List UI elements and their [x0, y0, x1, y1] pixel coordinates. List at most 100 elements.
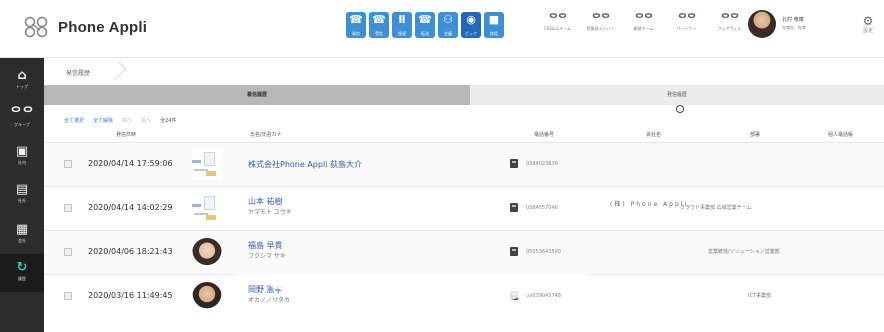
conference-icon: ⚇	[443, 13, 453, 26]
group-label: 開発チーム	[633, 26, 654, 31]
column-header-date[interactable]: 発信日時	[116, 131, 136, 139]
avatar[interactable]	[748, 10, 776, 38]
department: 営業統括/ソリューション営業部	[708, 249, 780, 255]
settings-label: 設定	[862, 28, 873, 34]
phone-number[interactable]: 0384557046	[526, 204, 558, 212]
table-header: 発信日時 氏名/氏名カナ 電話番号 会社名 部署 個人電話帳	[44, 128, 884, 142]
contact-photo[interactable]	[192, 238, 222, 268]
toolbar-button-label: 保留	[398, 31, 406, 36]
group-icon: ᄋᄋ	[10, 106, 34, 121]
pickup-icon: ◉	[466, 13, 476, 26]
sidebar-item-company[interactable]: ▦ 会社	[0, 216, 44, 254]
chevron-right-icon	[107, 61, 127, 81]
column-header-company[interactable]: 会社名	[646, 131, 661, 139]
toolbar-pause-button[interactable]: Ⅱ 保留	[392, 12, 412, 38]
toolbar-button-label: ピック	[465, 31, 477, 36]
toolbar-transfer-button[interactable]: ☎ 転送	[415, 12, 435, 38]
phone-in-icon: ☎	[372, 13, 386, 26]
building-icon: ▦	[15, 222, 29, 237]
user-profile[interactable]: 北村 竜博 在席在 : 在席	[748, 10, 806, 38]
phone-icon	[510, 159, 518, 168]
table-row[interactable]: 2020/04/06 18:21:43 福島 早貴 フクシマ サキ 050536435…	[44, 230, 884, 274]
column-header-personal[interactable]: 個人電話帳	[828, 131, 853, 139]
group-shortcut-2[interactable]: ᄋᄋ 開発チーム	[622, 12, 665, 42]
user-status: 在席在 : 在席	[782, 25, 806, 30]
call-datetime: 2020/03/16 11:49:45	[88, 291, 173, 300]
logo[interactable]: Phone Appli	[24, 16, 147, 38]
breadcrumb: 発信履歴	[44, 58, 884, 85]
toolbar-button-label: 受信	[375, 31, 383, 36]
toolbar-phone-in-button[interactable]: ☎ 受信	[369, 12, 389, 38]
toolbar-button-label: 転送	[421, 31, 429, 36]
row-checkbox[interactable]	[64, 292, 72, 300]
group-icon: ᄋᄋ	[720, 12, 739, 25]
department: ICT事業部	[748, 293, 772, 299]
list-toolbar: 全て選択 全て解除 前へ 次へ 全24件	[64, 116, 185, 126]
phone-icon	[510, 247, 518, 256]
phone-number[interactable]: 05053643500	[526, 248, 561, 256]
group-shortcut-1[interactable]: ᄋᄋ 営業部メンバー	[579, 12, 622, 42]
sidebar-item-label: トップ	[16, 84, 28, 89]
toolbar-conference-button[interactable]: ⚇ 会議	[438, 12, 458, 38]
column-header-dept[interactable]: 部署	[750, 131, 760, 139]
sidebar-item-top[interactable]: ⌂ トップ	[0, 62, 44, 100]
tab-outgoing-history[interactable]: 発信履歴	[470, 85, 884, 105]
contact-card-icon: ▣	[15, 144, 29, 159]
sidebar-item-external[interactable]: ▤ 社外	[0, 176, 44, 214]
toolbar-pickup-button[interactable]: ◉ ピック	[461, 12, 481, 38]
sidebar-item-group[interactable]: ᄋᄋ グループ	[0, 100, 44, 138]
sidebar-item-internal[interactable]: ▣ 社内	[0, 138, 44, 176]
pause-icon: Ⅱ	[398, 13, 406, 26]
sidebar-item-label: 履歴	[18, 276, 26, 281]
group-label: フェアウェル	[717, 26, 742, 31]
prev-page-button[interactable]: 前へ	[122, 116, 132, 126]
business-card-thumbnail[interactable]	[192, 150, 222, 180]
phone-icon: ☎	[349, 13, 363, 26]
company-name: (株) Phone Appli	[610, 201, 689, 208]
sidebar-item-history[interactable]: ↻ 履歴	[0, 254, 44, 292]
tab-incoming-history[interactable]: 着信履歴	[44, 85, 470, 105]
card-detail	[192, 204, 201, 207]
sidebar: ⌂ トップ ᄋᄋ グループ ▣ 社内 ▤ 社外 ▦ 会社 ↻ 履歴	[0, 58, 44, 332]
group-label: CRE&エチーム	[543, 26, 572, 31]
sidebar-item-label: グループ	[14, 122, 30, 127]
group-label: 営業部メンバー	[586, 26, 615, 31]
table-row[interactable]: 2020/04/14 17:59:06 株式会社Phone Appli 荻島大介 0…	[44, 142, 884, 186]
group-shortcuts: ᄋᄋ CRE&エチーム ᄋᄋ 営業部メンバー ᄋᄋ 開発チーム ᄋᄋ パートナー ᄋᄋ フェアウェ…	[536, 12, 751, 42]
app-window: Phone Appli ☎ 発信 ☎ 受信 Ⅱ 保留 ☎ 転送 ⚇ 会議 ◉ ピック ■ 終話 ᄋᄋ CRE…	[0, 0, 884, 332]
history-tabs: 着信履歴 発信履歴	[44, 85, 884, 105]
table-row[interactable]: 2020/04/14 14:02:29 山本 祐樹 ヤマモト ユウキ 03845570…	[44, 186, 884, 230]
business-card-thumbnail[interactable]	[192, 194, 222, 224]
sidebar-item-label: 会社	[18, 238, 26, 243]
group-shortcut-4[interactable]: ᄋᄋ フェアウェル	[708, 12, 751, 42]
logo-mark-icon	[24, 16, 48, 38]
row-checkbox[interactable]	[64, 248, 72, 256]
toolbar-phone-button[interactable]: ☎ 発信	[346, 12, 366, 38]
end-call-icon: ■	[488, 13, 500, 26]
clear-all-link[interactable]: 全て解除	[93, 116, 113, 126]
call-datetime: 2020/04/14 17:59:06	[88, 159, 173, 168]
toolbar-end-call-button[interactable]: ■ 終話	[484, 12, 504, 38]
gear-icon: ⚙	[862, 14, 874, 28]
mouse-cursor-icon	[676, 105, 684, 113]
select-all-link[interactable]: 全て選択	[64, 116, 84, 126]
group-shortcut-0[interactable]: ᄋᄋ CRE&エチーム	[536, 12, 579, 42]
settings-button[interactable]: ⚙ 設定	[858, 14, 878, 35]
toolbar-button-label: 会議	[444, 31, 452, 36]
call-toolbar: ☎ 発信 ☎ 受信 Ⅱ 保留 ☎ 転送 ⚇ 会議 ◉ ピック ■ 終話	[346, 12, 507, 38]
user-name: 北村 竜博	[782, 17, 804, 23]
group-shortcut-3[interactable]: ᄋᄋ パートナー	[665, 12, 708, 42]
next-page-button[interactable]: 次へ	[141, 116, 151, 126]
column-header-name[interactable]: 氏名/氏名カナ	[250, 131, 282, 139]
contact-name-link[interactable]: 山本 祐樹	[248, 197, 283, 207]
contact-photo[interactable]	[192, 282, 222, 312]
contact-name-link[interactable]: 株式会社Phone Appli 荻島大介	[248, 160, 362, 170]
row-checkbox[interactable]	[64, 204, 72, 212]
column-header-phone[interactable]: 電話番号	[534, 131, 554, 139]
card-detail	[192, 160, 201, 163]
row-checkbox[interactable]	[64, 160, 72, 168]
sidebar-item-label: 社外	[18, 198, 26, 203]
contact-name-link[interactable]: 福島 早貴	[248, 241, 283, 251]
phone-number[interactable]: 0384023836	[526, 160, 558, 168]
breadcrumb-current[interactable]: 発信履歴	[66, 68, 90, 77]
